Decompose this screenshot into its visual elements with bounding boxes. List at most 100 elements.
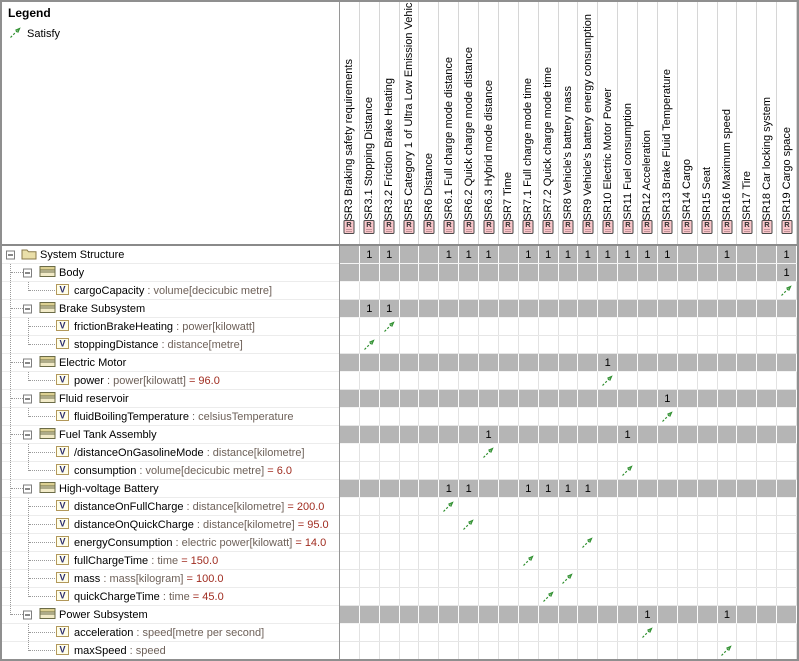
matrix-cell[interactable] — [678, 534, 698, 551]
matrix-cell[interactable] — [439, 624, 460, 641]
matrix-cell[interactable] — [479, 480, 499, 497]
matrix-cell[interactable] — [400, 390, 420, 407]
matrix-cell[interactable] — [698, 264, 718, 281]
matrix-cell[interactable] — [638, 516, 658, 533]
matrix-cell[interactable] — [618, 588, 639, 605]
matrix-cell[interactable] — [380, 588, 400, 605]
matrix-cell[interactable] — [618, 570, 639, 587]
matrix-cell[interactable] — [757, 624, 778, 641]
matrix-cell[interactable] — [737, 372, 758, 389]
matrix-cell[interactable] — [479, 588, 499, 605]
matrix-cell[interactable] — [539, 516, 559, 533]
matrix-cell[interactable] — [479, 372, 499, 389]
matrix-cell[interactable] — [678, 642, 698, 659]
matrix-cell[interactable] — [578, 408, 599, 425]
satisfy-arrow-icon[interactable] — [621, 464, 634, 477]
matrix-cell[interactable] — [499, 498, 519, 515]
matrix-cell[interactable] — [400, 624, 420, 641]
matrix-cell[interactable] — [459, 570, 480, 587]
matrix-cell[interactable] — [499, 444, 519, 461]
tree-row[interactable]: System Structure — [2, 246, 339, 264]
matrix-cell[interactable] — [459, 264, 480, 281]
matrix-cell[interactable] — [638, 552, 658, 569]
matrix-cell[interactable] — [539, 336, 559, 353]
tree-row[interactable]: High-voltage Battery — [2, 480, 339, 498]
satisfy-arrow-icon[interactable] — [482, 446, 495, 459]
matrix-cell[interactable]: 1 — [539, 480, 559, 497]
expander-minus-icon[interactable] — [6, 250, 15, 259]
matrix-cell[interactable] — [519, 516, 539, 533]
matrix-cell[interactable] — [777, 480, 797, 497]
matrix-cell[interactable] — [519, 588, 539, 605]
matrix-cell[interactable] — [499, 372, 519, 389]
matrix-cell[interactable] — [539, 264, 559, 281]
matrix-cell[interactable]: 1 — [658, 246, 678, 263]
matrix-cell[interactable] — [400, 300, 420, 317]
matrix-cell[interactable] — [419, 642, 440, 659]
matrix-cell[interactable] — [380, 426, 400, 443]
matrix-cell[interactable] — [459, 390, 480, 407]
column-header[interactable]: SR18 Car locking system R — [757, 2, 778, 244]
matrix-cell[interactable] — [718, 282, 738, 299]
matrix-cell[interactable] — [340, 498, 360, 515]
matrix-cell[interactable] — [618, 300, 639, 317]
matrix-cell[interactable] — [578, 462, 599, 479]
matrix-cell[interactable] — [439, 498, 460, 515]
column-header[interactable]: SR6.1 Full charge mode distance R — [439, 2, 460, 244]
matrix-cell[interactable] — [777, 552, 797, 569]
matrix-cell[interactable] — [519, 390, 539, 407]
matrix-cell[interactable] — [598, 444, 619, 461]
matrix-cell[interactable] — [578, 300, 599, 317]
column-header[interactable]: SR16 Maximum speed R — [718, 2, 738, 244]
matrix-cell[interactable] — [618, 480, 639, 497]
matrix-cell[interactable] — [360, 516, 380, 533]
matrix-cell[interactable] — [777, 282, 797, 299]
matrix-cell[interactable] — [479, 642, 499, 659]
matrix-cell[interactable] — [419, 246, 440, 263]
matrix-cell[interactable] — [618, 408, 639, 425]
matrix-cell[interactable] — [578, 624, 599, 641]
matrix-cell[interactable] — [439, 516, 460, 533]
column-header[interactable]: SR7.2 Quick charge mode time R — [539, 2, 559, 244]
matrix-cell[interactable] — [380, 552, 400, 569]
tree-row[interactable]: VfullChargeTime : time = 150.0 — [2, 552, 339, 570]
matrix-cell[interactable] — [419, 480, 440, 497]
matrix-cell[interactable] — [638, 300, 658, 317]
matrix-cell[interactable] — [499, 408, 519, 425]
matrix-cell[interactable] — [499, 624, 519, 641]
matrix-cell[interactable] — [419, 426, 440, 443]
matrix-cell[interactable] — [559, 498, 579, 515]
tree-row[interactable]: Fuel Tank Assembly — [2, 426, 339, 444]
tree-row[interactable]: VdistanceOnFullCharge : distance[kilomet… — [2, 498, 339, 516]
tree-row[interactable]: Vpower : power[kilowatt] = 96.0 — [2, 372, 339, 390]
matrix-cell[interactable] — [380, 372, 400, 389]
matrix-cell[interactable] — [578, 282, 599, 299]
matrix-cell[interactable] — [539, 534, 559, 551]
matrix-cell[interactable] — [519, 552, 539, 569]
matrix-cell[interactable] — [678, 336, 698, 353]
matrix-cell[interactable] — [380, 318, 400, 335]
matrix-cell[interactable] — [400, 444, 420, 461]
satisfy-arrow-icon[interactable] — [383, 320, 396, 333]
matrix-cell[interactable] — [757, 354, 778, 371]
matrix-cell[interactable] — [499, 606, 519, 623]
matrix-cell[interactable] — [519, 264, 539, 281]
matrix-cell[interactable] — [340, 300, 360, 317]
satisfy-arrow-icon[interactable] — [462, 518, 475, 531]
matrix-cell[interactable]: 1 — [459, 246, 480, 263]
matrix-cell[interactable] — [340, 516, 360, 533]
matrix-cell[interactable] — [698, 570, 718, 587]
matrix-cell[interactable]: 1 — [658, 390, 678, 407]
matrix-cell[interactable] — [638, 390, 658, 407]
matrix-cell[interactable] — [400, 480, 420, 497]
matrix-cell[interactable] — [380, 354, 400, 371]
matrix-cell[interactable] — [737, 444, 758, 461]
matrix-cell[interactable] — [598, 408, 619, 425]
matrix-cell[interactable] — [479, 300, 499, 317]
matrix-cell[interactable] — [499, 336, 519, 353]
matrix-cell[interactable] — [479, 570, 499, 587]
matrix-cell[interactable] — [757, 264, 778, 281]
matrix-cell[interactable]: 1 — [578, 246, 599, 263]
matrix-cell[interactable] — [698, 354, 718, 371]
matrix-cell[interactable] — [400, 606, 420, 623]
